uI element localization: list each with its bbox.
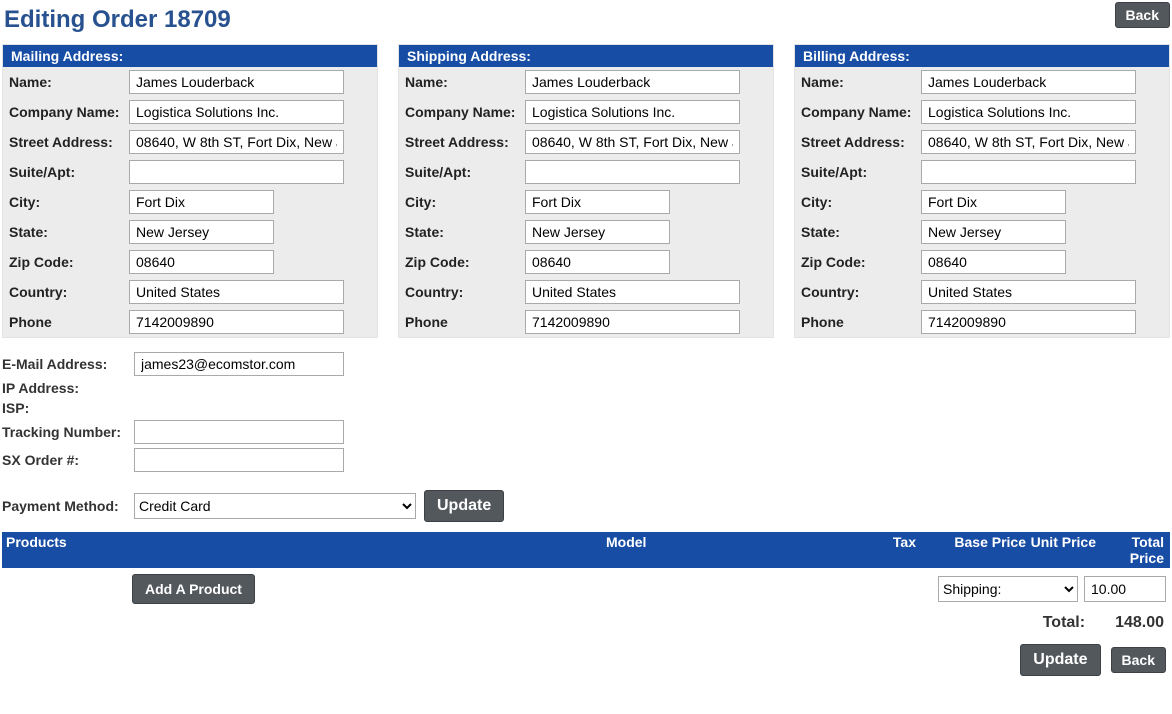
shipping-phone-input[interactable] xyxy=(525,310,740,334)
update-button-bottom[interactable]: Update xyxy=(1020,644,1100,676)
shipping-address-panel: Shipping Address: Name: Company Name: St… xyxy=(398,44,774,338)
label-tracking: Tracking Number: xyxy=(2,424,134,440)
mailing-zip-input[interactable] xyxy=(129,250,274,274)
page-title: Editing Order 18709 xyxy=(4,6,231,34)
billing-name-input[interactable] xyxy=(921,70,1136,94)
label-isp: ISP: xyxy=(2,400,134,416)
billing-state-input[interactable] xyxy=(921,220,1066,244)
total-label: Total: xyxy=(1043,614,1085,632)
total-value: 148.00 xyxy=(1115,614,1164,632)
mailing-state-input[interactable] xyxy=(129,220,274,244)
mailing-header: Mailing Address: xyxy=(3,45,377,67)
update-payment-button[interactable]: Update xyxy=(424,490,504,522)
mailing-city-input[interactable] xyxy=(129,190,274,214)
add-product-button[interactable]: Add A Product xyxy=(132,574,255,604)
shipping-suite-input[interactable] xyxy=(525,160,740,184)
shipping-name-input[interactable] xyxy=(525,70,740,94)
billing-city-input[interactable] xyxy=(921,190,1066,214)
mailing-country-input[interactable] xyxy=(129,280,344,304)
col-products: Products xyxy=(6,534,606,566)
label-company: Company Name: xyxy=(9,104,129,120)
label-ip: IP Address: xyxy=(2,380,134,396)
billing-suite-input[interactable] xyxy=(921,160,1136,184)
mailing-phone-input[interactable] xyxy=(129,310,344,334)
billing-country-input[interactable] xyxy=(921,280,1136,304)
back-button-bottom[interactable]: Back xyxy=(1111,647,1166,673)
mailing-company-input[interactable] xyxy=(129,100,344,124)
shipping-value-input[interactable] xyxy=(1084,576,1166,602)
shipping-country-input[interactable] xyxy=(525,280,740,304)
label-name: Name: xyxy=(9,74,129,90)
billing-address-panel: Billing Address: Name: Company Name: Str… xyxy=(794,44,1170,338)
col-tax: Tax xyxy=(836,534,916,566)
shipping-header: Shipping Address: xyxy=(399,45,773,67)
billing-header: Billing Address: xyxy=(795,45,1169,67)
shipping-state-input[interactable] xyxy=(525,220,670,244)
label-state: State: xyxy=(9,224,129,240)
payment-method-select[interactable]: Credit Card xyxy=(134,493,416,519)
shipping-street-input[interactable] xyxy=(525,130,740,154)
col-total-price: Total Price xyxy=(1096,534,1166,566)
col-model: Model xyxy=(606,534,836,566)
label-country: Country: xyxy=(9,284,129,300)
mailing-street-input[interactable] xyxy=(129,130,344,154)
billing-phone-input[interactable] xyxy=(921,310,1136,334)
col-unit-price: Unit Price xyxy=(1026,534,1096,566)
shipping-city-input[interactable] xyxy=(525,190,670,214)
col-base-price: Base Price xyxy=(916,534,1026,566)
mailing-suite-input[interactable] xyxy=(129,160,344,184)
label-sx: SX Order #: xyxy=(2,452,134,468)
label-suite: Suite/Apt: xyxy=(9,164,129,180)
billing-zip-input[interactable] xyxy=(921,250,1066,274)
billing-street-input[interactable] xyxy=(921,130,1136,154)
products-header-row: Products Model Tax Base Price Unit Price… xyxy=(2,532,1170,568)
label-street: Street Address: xyxy=(9,134,129,150)
shipping-select[interactable]: Shipping: xyxy=(938,576,1078,602)
label-zip: Zip Code: xyxy=(9,254,129,270)
label-payment: Payment Method: xyxy=(2,498,134,514)
back-button-top[interactable]: Back xyxy=(1115,2,1170,28)
mailing-address-panel: Mailing Address: Name: Company Name: Str… xyxy=(2,44,378,338)
label-city: City: xyxy=(9,194,129,210)
shipping-zip-input[interactable] xyxy=(525,250,670,274)
sx-order-input[interactable] xyxy=(134,448,344,472)
mailing-name-input[interactable] xyxy=(129,70,344,94)
email-input[interactable] xyxy=(134,352,344,376)
label-email: E-Mail Address: xyxy=(2,356,134,372)
shipping-company-input[interactable] xyxy=(525,100,740,124)
label-phone: Phone xyxy=(9,314,129,330)
billing-company-input[interactable] xyxy=(921,100,1136,124)
tracking-input[interactable] xyxy=(134,420,344,444)
